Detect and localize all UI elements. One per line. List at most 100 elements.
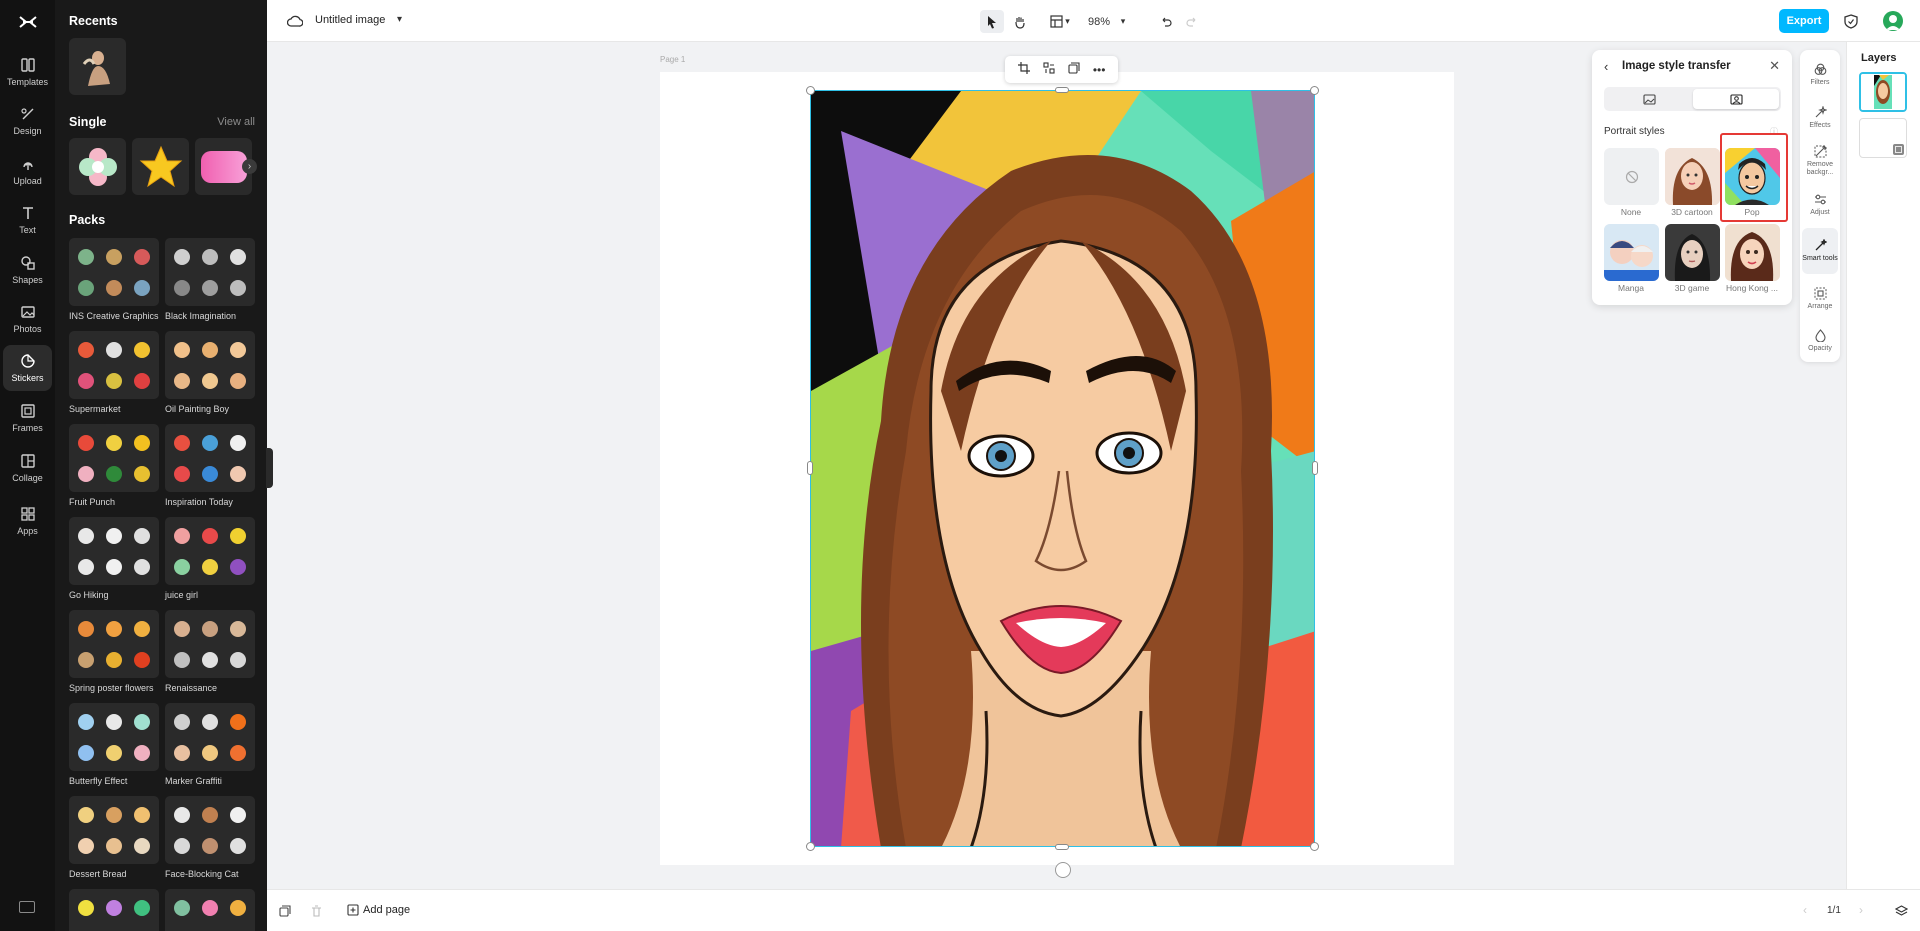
pack-label: Spring poster flowers [69,683,154,693]
pack-sticker-preview [225,614,251,643]
layout-button[interactable]: ▾ [1045,10,1075,33]
sticker-pack[interactable] [165,610,255,678]
crop-icon[interactable] [1017,62,1030,77]
rail-text[interactable]: Text [3,197,52,243]
rail-collage[interactable]: Collage [3,445,52,491]
tool-arrange[interactable]: Arrange [1802,278,1838,320]
select-tool-button[interactable] [980,10,1004,33]
rail-design[interactable]: Design [3,98,52,144]
tool-opacity[interactable]: Opacity [1802,320,1838,362]
zoom-value[interactable]: 98% [1085,10,1113,33]
style-3d-cartoon[interactable] [1665,148,1720,205]
tool-remove-background[interactable]: Remove backgr... [1802,140,1838,182]
pack-sticker-preview [73,366,99,395]
zoom-chevron-down-icon[interactable]: ▾ [1115,10,1131,33]
mode-general-tab[interactable] [1606,89,1692,109]
sticker-pack[interactable] [165,424,255,492]
tool-label: Adjust [1810,209,1830,217]
export-button[interactable]: Export [1779,9,1829,33]
selected-image[interactable] [810,90,1315,847]
flip-icon[interactable] [1043,62,1055,77]
tool-adjust[interactable]: Adjust [1802,184,1838,226]
rail-templates[interactable]: Templates [3,49,52,95]
sticker-pack[interactable] [69,517,159,585]
single-sticker-star[interactable] [132,138,189,195]
sticker-pack[interactable] [165,238,255,306]
tool-filters[interactable]: Filters [1802,54,1838,96]
capcut-logo-icon[interactable] [0,0,55,44]
tool-smart-tools[interactable]: Smart tools [1802,228,1838,274]
add-page-button[interactable]: Add page [347,904,410,916]
pack-sticker-preview [225,273,251,302]
sticker-pack[interactable] [165,796,255,864]
layer-background[interactable] [1859,118,1907,158]
style-none[interactable] [1604,148,1659,205]
mode-portrait-tab[interactable] [1693,89,1779,109]
collage-icon [20,454,35,468]
more-icon[interactable]: ••• [1093,63,1106,77]
resize-handle-left[interactable] [807,461,813,475]
style-manga[interactable] [1604,224,1659,281]
duplicate-icon[interactable] [1068,62,1080,77]
close-icon[interactable]: ✕ [1769,58,1780,74]
hand-tool-button[interactable] [1008,10,1032,33]
rail-frames[interactable]: Frames [3,395,52,441]
redo-button[interactable] [1181,10,1203,33]
panel-collapse-handle[interactable] [266,448,273,488]
rail-stickers[interactable]: Stickers [3,345,52,391]
back-chevron-icon[interactable]: ‹ [1604,59,1608,74]
cloud-icon[interactable] [287,14,303,28]
rail-shapes[interactable]: Shapes [3,247,52,293]
next-page-icon[interactable]: › [1859,903,1863,917]
style-3d-game[interactable] [1665,224,1720,281]
resize-handle-tr[interactable] [1310,86,1319,95]
pack-sticker-preview [101,831,127,860]
layers-stack-icon[interactable] [1895,905,1908,917]
rotate-icon[interactable] [1055,862,1071,878]
pack-label: Fruit Punch [69,497,116,507]
pack-sticker-preview [225,521,251,550]
sticker-pack[interactable] [69,610,159,678]
sticker-pack[interactable] [69,796,159,864]
sticker-pack[interactable] [165,703,255,771]
pack-sticker-preview [73,428,99,457]
sticker-pack[interactable] [69,238,159,306]
sticker-pack[interactable] [165,331,255,399]
rail-photos[interactable]: Photos [3,296,52,342]
resize-handle-top[interactable] [1055,87,1069,93]
single-sticker-flower[interactable] [69,138,126,195]
tool-effects[interactable]: Effects [1802,97,1838,139]
pack-label: Marker Graffiti [165,776,222,786]
sticker-pack[interactable] [69,331,159,399]
chevron-down-icon[interactable]: ▾ [397,14,402,25]
pack-sticker-preview [169,800,195,829]
resize-handle-bottom[interactable] [1055,844,1069,850]
resize-handle-tl[interactable] [806,86,815,95]
view-all-link[interactable]: View all [217,116,255,128]
trash-icon[interactable] [311,905,322,917]
resize-handle-bl[interactable] [806,842,815,851]
sticker-pack[interactable] [69,703,159,771]
sticker-pack[interactable] [69,424,159,492]
sticker-pack[interactable] [165,889,255,931]
sticker-pack[interactable] [165,517,255,585]
design-icon [20,108,33,120]
duplicate-page-icon[interactable] [279,905,291,917]
shield-icon[interactable] [1844,14,1858,29]
layer-image[interactable] [1859,72,1907,112]
resize-handle-right[interactable] [1312,461,1318,475]
recent-sticker[interactable] [69,38,126,95]
stickers-icon [20,354,35,368]
undo-button[interactable] [1155,10,1177,33]
keyboard-icon[interactable] [19,901,35,913]
prev-page-icon[interactable]: ‹ [1803,903,1807,917]
avatar[interactable] [1883,11,1903,31]
pack-sticker-preview [129,893,155,922]
rail-upload[interactable]: Upload [3,148,52,194]
rail-apps[interactable]: Apps [3,498,52,544]
chevron-right-icon[interactable]: › [242,159,257,174]
sticker-pack[interactable] [69,889,159,931]
resize-handle-br[interactable] [1310,842,1319,851]
document-title[interactable]: Untitled image [315,14,385,26]
style-hong-kong[interactable] [1725,224,1780,281]
